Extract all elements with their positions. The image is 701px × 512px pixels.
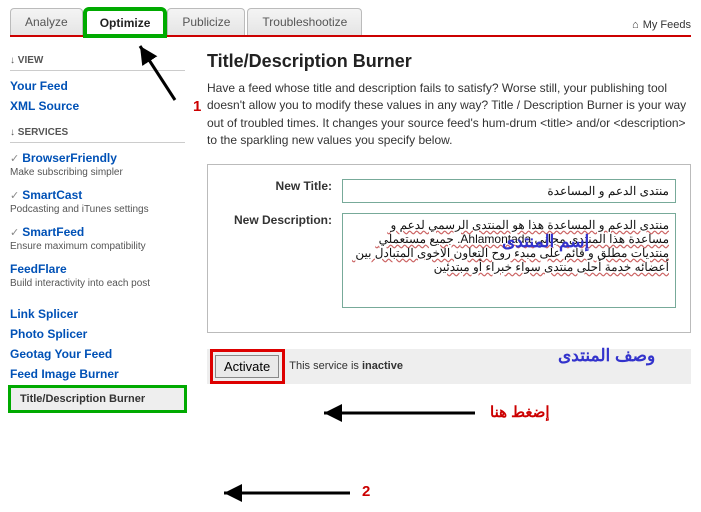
svc-feed-image[interactable]: Feed Image Burner: [10, 367, 185, 381]
sidebar-head-services: ↓ SERVICES: [10, 127, 185, 143]
annotation-num-2: 2: [362, 483, 370, 500]
svc-feedflare[interactable]: FeedFlare: [10, 262, 67, 276]
svc-desc: Make subscribing simpler: [10, 167, 185, 178]
status-text: This service is inactive: [289, 360, 403, 372]
tab-publicize[interactable]: Publicize: [167, 8, 245, 35]
my-feeds-link[interactable]: ⌂ My Feeds: [632, 19, 691, 35]
svc-title-desc-burner-current[interactable]: Title/Description Burner: [10, 387, 185, 411]
status-row: Activate This service is inactive: [207, 349, 691, 384]
form-box: New Title: New Description: منتدى الدعم …: [207, 164, 691, 333]
check-icon: ✓: [10, 190, 19, 202]
input-new-title[interactable]: [342, 179, 676, 203]
tab-analyze[interactable]: Analyze: [10, 8, 83, 35]
check-icon: ✓: [10, 227, 19, 239]
main-content: Title/Description Burner Have a feed who…: [207, 51, 691, 411]
annotation-arrow-2: [220, 483, 355, 503]
svc-smartcast[interactable]: SmartCast: [22, 188, 82, 202]
label-new-title: New Title:: [222, 179, 342, 203]
svc-photo-splicer[interactable]: Photo Splicer: [10, 327, 185, 341]
sidebar-xml-source[interactable]: XML Source: [10, 99, 185, 113]
tab-optimize[interactable]: Optimize: [85, 9, 166, 36]
tab-troubleshoot[interactable]: Troubleshootize: [247, 8, 362, 35]
sidebar-head-view: ↓ VIEW: [10, 55, 185, 71]
svc-geotag[interactable]: Geotag Your Feed: [10, 347, 185, 361]
sidebar-your-feed[interactable]: Your Feed: [10, 79, 185, 93]
svc-browserfriendly[interactable]: BrowserFriendly: [22, 151, 117, 165]
check-icon: ✓: [10, 153, 19, 165]
svc-smartfeed[interactable]: SmartFeed: [22, 225, 84, 239]
page-title: Title/Description Burner: [207, 51, 691, 72]
sidebar: ↓ VIEW Your Feed XML Source ↓ SERVICES ✓…: [10, 51, 185, 411]
home-icon: ⌂: [632, 19, 639, 31]
input-new-description[interactable]: منتدى الدعم و المساعدة هذا هو المنتدى ال…: [342, 213, 676, 308]
svc-link-splicer[interactable]: Link Splicer: [10, 307, 185, 321]
tab-bar: Analyze Optimize Publicize Troubleshooti…: [10, 8, 691, 37]
label-new-description: New Description:: [222, 213, 342, 308]
page-intro: Have a feed whose title and description …: [207, 80, 691, 150]
svc-desc: Podcasting and iTunes settings: [10, 204, 185, 215]
svc-desc: Ensure maximum compatibility: [10, 241, 185, 252]
activate-button[interactable]: Activate: [215, 355, 279, 378]
svc-desc: Build interactivity into each post: [10, 278, 185, 289]
